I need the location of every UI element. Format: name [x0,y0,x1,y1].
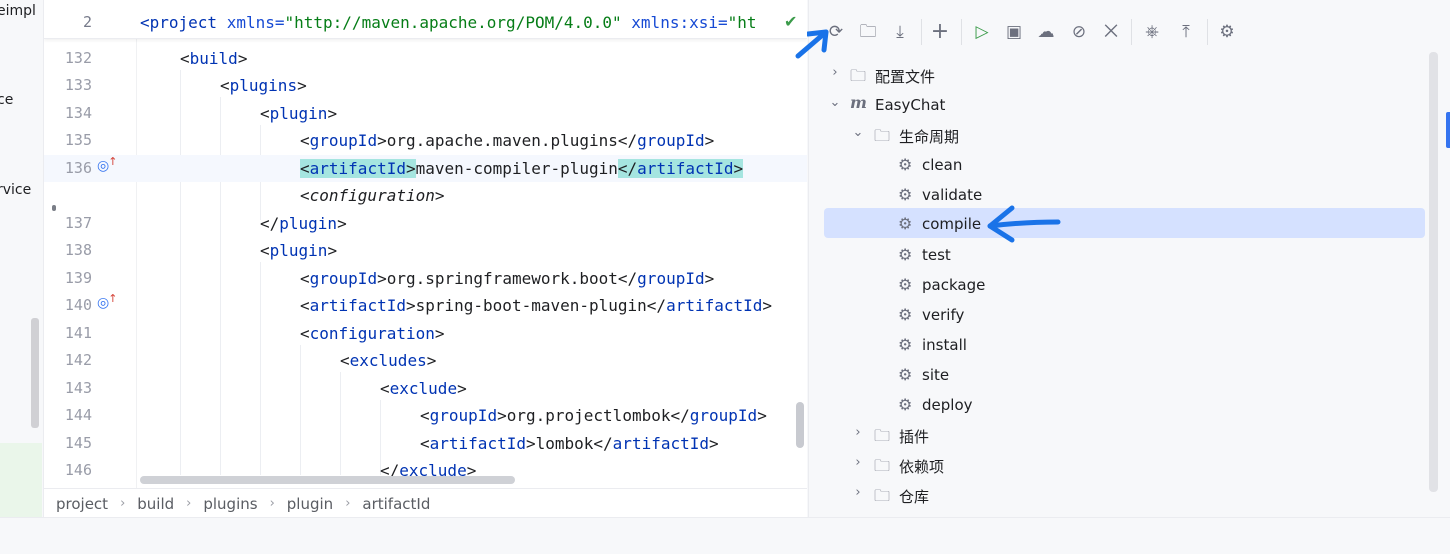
add-icon[interactable]: + [929,21,951,43]
toolbar-separator [1131,19,1132,45]
chevron-down-icon[interactable]: ⌄ [828,95,842,110]
code-line[interactable]: 134 <plugin> [44,100,807,127]
tree-node-plugins[interactable]: › 🗀 插件 [824,419,1424,449]
gear-icon: ⚙ [898,305,913,324]
tree-node-phase[interactable]: ⚙ site [824,359,1424,389]
maven-scrollbar[interactable] [1429,52,1438,492]
toolbar-separator [921,19,922,45]
collapse-icon[interactable]: ⨉ [1100,21,1122,43]
code-line[interactable]: 140 ◎↑ <artifactId>spring-boot-maven-plu… [44,292,807,319]
tree-node-phase[interactable]: ⚙ verify [824,299,1424,329]
code-line[interactable]: 135 <groupId>org.apache.maven.plugins</g… [44,127,807,154]
tree-node-profiles[interactable]: › 🗀 配置文件 [824,59,1424,89]
chevron-right-icon[interactable]: › [851,485,865,500]
run-config-icon[interactable]: ▣ [1003,21,1025,43]
lifecycle-folder-icon: 🗀 [874,126,891,145]
offline-icon[interactable]: ☁ [1035,21,1057,43]
code-line[interactable]: 145 <artifactId>lombok</artifactId> [44,430,807,457]
chevron-right-icon: › [345,496,351,511]
code-line[interactable]: 137 </plugin> [44,210,807,237]
gear-icon: ⚙ [898,365,913,384]
overrides-icon[interactable]: ◎↑ [97,292,118,311]
overrides-icon[interactable]: ◎↑ [97,155,118,174]
inspection-ok-icon[interactable]: ✔ [784,12,797,31]
breadcrumb-item[interactable]: project [44,495,108,513]
gear-icon: ⚙ [898,185,913,204]
tree-node-phase[interactable]: ⚙ package [824,269,1424,299]
code-line[interactable]: 138 <plugin> [44,237,807,264]
refresh-icon[interactable]: ⟳ [825,21,847,43]
tree-node-project[interactable]: ⌄ m EasyChat [824,89,1424,119]
code-line[interactable]: 142 <excludes> [44,347,807,374]
dependencies-folder-icon: 🗀 [874,456,891,475]
code-line[interactable]: 144 <groupId>org.projectlombok</groupId> [44,402,807,429]
analyze-icon[interactable]: ⎈ [1141,21,1163,43]
plugins-folder-icon: 🗀 [874,426,891,445]
vertical-scrollbar[interactable] [796,402,804,448]
project-panel-strip: eimpl ce rvice [0,0,44,517]
chevron-right-icon[interactable]: › [851,425,865,440]
tree-node-repositories[interactable]: › 🗀 仓库 [824,479,1424,509]
download-icon[interactable]: ⤓ [889,21,911,43]
chevron-down-icon[interactable]: ⌄ [851,125,865,140]
chevron-right-icon[interactable]: › [851,455,865,470]
breadcrumb-item[interactable]: plugin [275,495,333,513]
line-number: 2 [82,13,92,31]
chevron-right-icon: › [269,496,275,511]
code-line-current[interactable]: 136 ◎↑ <artifactId>maven-compiler-plugin… [44,155,807,182]
gear-icon: ⚙ [898,395,913,414]
gear-icon: ⚙ [898,245,913,264]
project-highlight [0,443,42,517]
chevron-right-icon: › [186,496,192,511]
code-line[interactable]: 143 <exclude> [44,375,807,402]
breadcrumb-item[interactable]: build [125,495,174,513]
code-line-folded[interactable]: <configuration> [44,182,807,209]
gear-icon: ⚙ [898,214,913,233]
project-item-fragment[interactable]: rvice [0,182,31,198]
code-line[interactable]: 133 <plugins> [44,72,807,99]
sticky-code: <project xmlns="http://maven.apache.org/… [140,13,757,32]
horizontal-scrollbar[interactable] [140,476,515,484]
chevron-right-icon: › [120,496,126,511]
right-tool-tab-indicator[interactable] [1446,112,1450,148]
sticky-line[interactable]: 2 <project xmlns="http://maven.apache.or… [44,0,807,39]
toolbar-separator [961,19,962,45]
tree-node-phase[interactable]: ⚙ validate [824,179,1424,209]
project-item-fragment[interactable]: ce [0,92,13,108]
code-editor[interactable]: 2 <project xmlns="http://maven.apache.or… [44,0,807,517]
tree-node-phase-selected[interactable]: ⚙ compile [824,208,1425,238]
code-line[interactable]: 139 <groupId>org.springframework.boot</g… [44,265,807,292]
run-icon[interactable]: ▷ [971,21,993,43]
folder-icon: 🗀 [874,486,891,505]
maven-tool-window: ⟳ 🗀 ⤓ + ▷ ▣ ☁ ⊘ ⨉ ⎈ ⤒ ⚙ › 🗀 配置文件 ⌄ m Eas… [808,0,1450,517]
settings-icon[interactable]: ⚙ [1216,21,1238,43]
project-scrollbar[interactable] [31,318,39,428]
gear-icon: ⚙ [898,155,913,174]
gear-icon: ⚙ [898,275,913,294]
toolbar-separator [1207,19,1208,45]
skip-tests-icon[interactable]: ⊘ [1068,21,1090,43]
tree-node-lifecycle[interactable]: ⌄ 🗀 生命周期 [824,119,1424,149]
chevron-right-icon[interactable]: › [828,65,842,80]
status-bar [0,517,1450,554]
maven-toolbar: ⟳ 🗀 ⤓ + ▷ ▣ ☁ ⊘ ⨉ ⎈ ⤒ ⚙ [809,10,1450,54]
breadcrumb-item[interactable]: plugins [191,495,257,513]
folder-icon: 🗀 [850,66,867,85]
tree-node-phase[interactable]: ⚙ install [824,329,1424,359]
project-item-fragment[interactable]: eimpl [0,3,36,19]
tree-node-phase[interactable]: ⚙ test [824,239,1424,269]
tree-node-dependencies[interactable]: › 🗀 依赖项 [824,449,1424,479]
code-line[interactable]: 141 <configuration> [44,320,807,347]
breadcrumb: project › build › plugins › plugin › art… [44,488,807,518]
code-line[interactable]: 132 <build> [44,45,807,72]
tree-node-phase[interactable]: ⚙ clean [824,149,1424,179]
breadcrumb-item[interactable]: artifactId [350,495,430,513]
maven-icon: m [850,93,867,112]
reimport-folder-icon[interactable]: 🗀 [857,21,879,43]
gear-icon: ⚙ [898,335,913,354]
expand-icon[interactable]: ⤒ [1175,21,1197,43]
tree-node-phase[interactable]: ⚙ deploy [824,389,1424,419]
